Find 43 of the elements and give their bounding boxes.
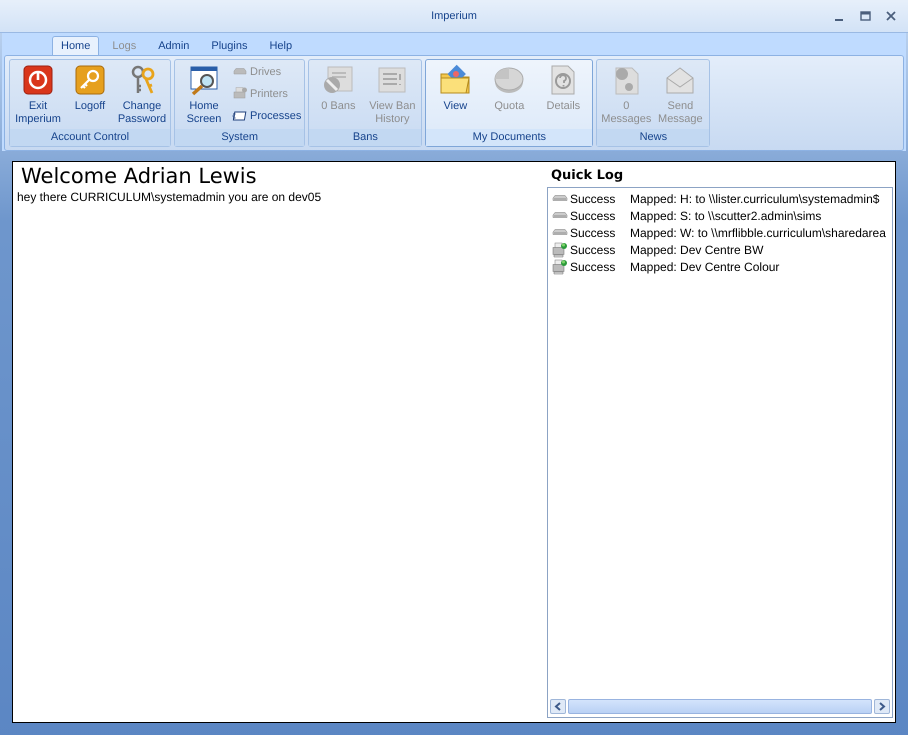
close-icon: [886, 11, 896, 21]
quick-log-title: Quick Log: [551, 168, 624, 183]
network-printer-icon: [552, 242, 568, 258]
ribbon-tab[interactable]: Help: [260, 36, 302, 55]
log-status: Success: [570, 208, 616, 222]
log-status: Success: [570, 226, 616, 240]
welcome-heading: Welcome Adrian Lewis: [21, 164, 257, 188]
folder-icon: [439, 64, 472, 96]
ribbon-button[interactable]: Logoff: [65, 62, 115, 129]
ribbon-button[interactable]: Change Password: [117, 62, 167, 129]
key-icon: [74, 64, 106, 96]
log-message: Mapped: Dev Centre Colour: [630, 260, 780, 274]
ribbon-button[interactable]: View: [429, 62, 482, 129]
maximize-icon: [860, 11, 870, 21]
ribbon-button[interactable]: Processes: [232, 106, 302, 126]
blocked-list-icon: [322, 64, 354, 96]
log-message: Mapped: W: to \\mrflibble.curriculum\sharedarea: [630, 226, 886, 240]
scroll-left-button[interactable]: [550, 699, 566, 714]
ribbon-tab[interactable]: Home: [52, 36, 100, 55]
group-title: Account Control: [10, 129, 170, 146]
log-message: Mapped: H: to \\lister.curriculum\systemadmin$: [630, 192, 880, 206]
log-status: Success: [570, 242, 616, 256]
window-title: Imperium: [431, 10, 477, 22]
group-title: Bans: [309, 129, 422, 146]
log-message: Mapped: S: to \\scutter2.admin\sims: [630, 208, 822, 222]
scroll-right-button[interactable]: [874, 699, 890, 714]
minimize-icon: [835, 19, 843, 21]
group-title: News: [597, 129, 710, 146]
ribbon-button[interactable]: Exit Imperium: [13, 62, 63, 129]
log-status: Success: [570, 260, 616, 274]
scroll-thumb[interactable]: [568, 699, 872, 714]
magnifier-icon: [188, 64, 220, 96]
horizontal-scrollbar[interactable]: [548, 698, 892, 717]
group-title: My Documents: [426, 129, 592, 146]
group-title: System: [175, 129, 304, 146]
ribbon-button[interactable]: Home Screen: [178, 62, 230, 129]
log-message: Mapped: Dev Centre BW: [630, 242, 764, 256]
ribbon-tab[interactable]: Plugins: [202, 36, 256, 55]
network-printer-icon: [552, 258, 568, 274]
log-status: Success: [570, 192, 616, 206]
welcome-message: hey there CURRICULUM\systemadmin you are on dev05: [17, 190, 322, 204]
power-icon: [22, 64, 54, 96]
ribbon-tab[interactable]: Admin: [149, 36, 198, 55]
